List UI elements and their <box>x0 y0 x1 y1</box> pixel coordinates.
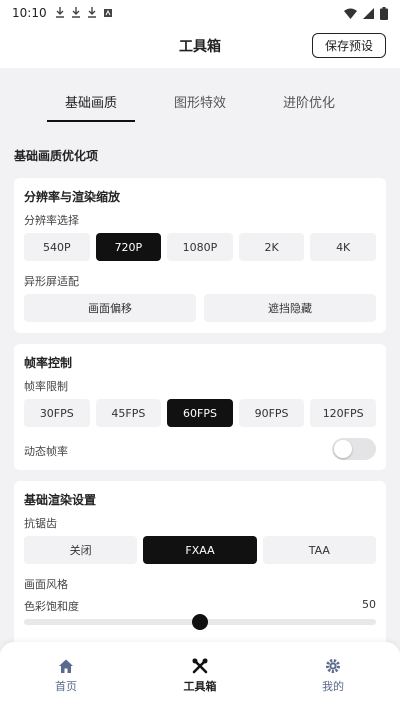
aa-option-taa[interactable]: TAA <box>262 536 376 564</box>
style-label: 画面风格 <box>24 578 68 591</box>
nav-toolbox[interactable]: 工具箱 <box>160 658 240 694</box>
resolution-options: 540P 720P 1080P 2K 4K <box>24 233 376 261</box>
signal-icon <box>363 7 374 19</box>
saturation-label: 色彩饱和度 <box>24 600 79 613</box>
active-tab-indicator <box>47 120 135 122</box>
dynamic-fps-toggle[interactable] <box>332 438 376 460</box>
home-icon <box>59 659 73 673</box>
screen-adapt-offset-button[interactable]: 画面偏移 <box>24 294 196 322</box>
battery-full-icon <box>380 6 388 20</box>
notification-icons <box>55 7 113 19</box>
fps-option-60[interactable]: 60FPS <box>167 399 233 427</box>
tab-basic-quality[interactable]: 基础画质 <box>41 92 141 111</box>
app-notification-icon <box>103 9 112 17</box>
toggle-knob <box>334 440 352 458</box>
dynamic-fps-label: 动态帧率 <box>24 445 68 458</box>
aa-option-fxaa[interactable]: FXAA <box>143 536 257 564</box>
system-icons <box>344 6 388 20</box>
resolution-option-4k[interactable]: 4K <box>310 233 376 261</box>
fps-option-30[interactable]: 30FPS <box>24 399 90 427</box>
app-header: 工具箱 保存预设 <box>0 26 400 68</box>
tools-icon <box>192 658 208 674</box>
wifi-icon <box>344 8 357 19</box>
resolution-option-1080p[interactable]: 1080P <box>167 233 233 261</box>
nav-home-label: 首页 <box>55 680 77 693</box>
saturation-value: 50 <box>362 598 376 611</box>
resolution-card: 分辨率与渲染缩放 分辨率选择 540P 720P 1080P 2K 4K 异形屏… <box>14 178 386 333</box>
fps-options: 30FPS 45FPS 60FPS 90FPS 120FPS <box>24 399 376 427</box>
render-card-title: 基础渲染设置 <box>24 493 97 507</box>
render-settings-card: 基础渲染设置 抗锯齿 关闭 FXAA TAA 画面风格 色彩饱和度 50 <box>14 481 386 651</box>
slider-thumb[interactable] <box>192 614 208 630</box>
framerate-card-title: 帧率控制 <box>24 356 73 370</box>
nav-home[interactable]: 首页 <box>26 658 106 694</box>
download-icon <box>87 7 96 18</box>
nav-profile-label: 我的 <box>322 680 344 693</box>
save-preset-button[interactable]: 保存预设 <box>312 33 386 58</box>
status-bar: 10:10 <box>0 0 400 26</box>
resolution-card-title: 分辨率与渲染缩放 <box>24 190 121 204</box>
download-icon <box>55 7 64 18</box>
anti-aliasing-label: 抗锯齿 <box>24 517 57 530</box>
framerate-card: 帧率控制 帧率限制 30FPS 45FPS 60FPS 90FPS 120FPS… <box>14 344 386 470</box>
saturation-slider[interactable] <box>24 614 376 630</box>
fps-limit-label: 帧率限制 <box>24 380 68 393</box>
resolution-option-720p[interactable]: 720P <box>95 233 162 261</box>
anti-aliasing-options: 关闭 FXAA TAA <box>24 536 376 564</box>
screen-adapt-hide-button[interactable]: 遮挡隐藏 <box>204 294 376 322</box>
section-title: 基础画质优化项 <box>14 149 99 163</box>
resolution-option-540p[interactable]: 540P <box>24 233 90 261</box>
fps-option-120[interactable]: 120FPS <box>310 399 376 427</box>
tab-bar: 基础画质 图形特效 进阶优化 <box>0 68 400 126</box>
gear-icon <box>326 659 340 673</box>
tab-advanced-optimization[interactable]: 进阶优化 <box>259 92 359 111</box>
download-icon <box>71 7 80 18</box>
nav-profile[interactable]: 我的 <box>293 658 373 694</box>
bottom-navigation: 首页 工具箱 我的 <box>0 642 400 710</box>
nav-toolbox-label: 工具箱 <box>183 680 217 693</box>
resolution-option-2k[interactable]: 2K <box>238 233 305 261</box>
status-time: 10:10 <box>12 6 47 20</box>
fps-option-90[interactable]: 90FPS <box>238 399 305 427</box>
aa-option-off[interactable]: 关闭 <box>24 536 138 564</box>
tab-graphics-effects[interactable]: 图形特效 <box>150 92 250 111</box>
screen-adapt-options: 画面偏移 遮挡隐藏 <box>24 294 376 322</box>
screen-adapt-label: 异形屏适配 <box>24 275 79 288</box>
resolution-label: 分辨率选择 <box>24 214 79 227</box>
fps-option-45[interactable]: 45FPS <box>95 399 162 427</box>
